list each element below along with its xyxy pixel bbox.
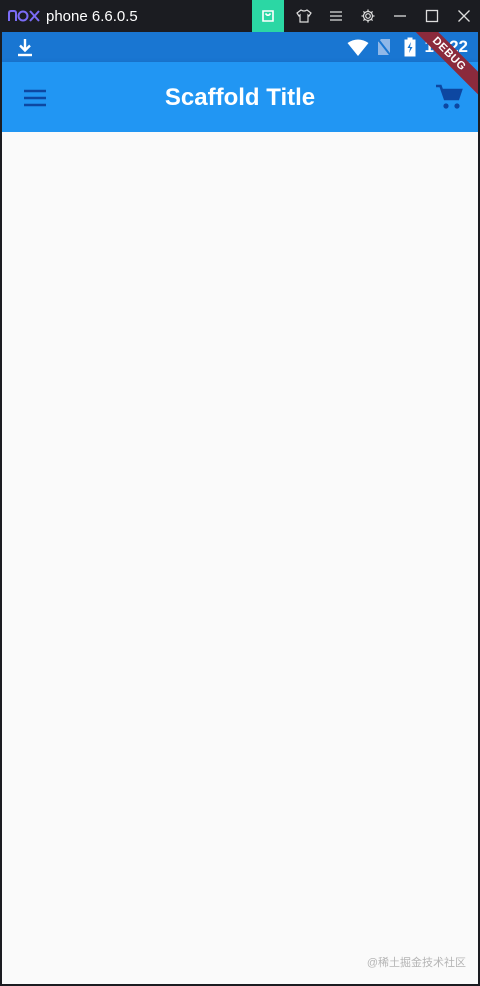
app-bar: Scaffold Title xyxy=(2,62,478,132)
close-button[interactable] xyxy=(448,0,480,32)
settings-button[interactable] xyxy=(352,0,384,32)
menu-icon xyxy=(330,11,342,21)
minimize-button[interactable] xyxy=(384,0,416,32)
wifi-icon xyxy=(347,39,369,56)
watermark: @稀土掘金技术社区 xyxy=(366,957,466,969)
minimize-icon xyxy=(394,15,406,17)
app-bar-title: Scaffold Title xyxy=(164,84,316,111)
options-button[interactable] xyxy=(320,0,352,32)
store-button[interactable] xyxy=(252,0,284,32)
download-icon xyxy=(18,39,32,57)
scaffold-body: @稀土掘金技术社区 xyxy=(2,132,478,984)
no-sim-icon xyxy=(377,38,391,56)
status-bar: 10:22 xyxy=(2,32,478,62)
shirt-icon xyxy=(296,9,312,23)
close-icon xyxy=(458,10,470,22)
window-title: phone 6.6.0.5 xyxy=(46,8,138,25)
gear-icon xyxy=(361,9,375,23)
phone-screen: 10:22 Scaffold Title DEBUG @稀土掘金技术社区 xyxy=(2,32,478,984)
battery-charging-icon xyxy=(404,37,416,57)
nox-logo-icon xyxy=(8,10,40,22)
maximize-icon xyxy=(425,9,439,23)
shopping-cart-icon[interactable] xyxy=(434,82,464,112)
skin-button[interactable] xyxy=(288,0,320,32)
emulator-titlebar: phone 6.6.0.5 xyxy=(0,0,480,32)
store-icon xyxy=(262,10,274,22)
maximize-button[interactable] xyxy=(416,0,448,32)
